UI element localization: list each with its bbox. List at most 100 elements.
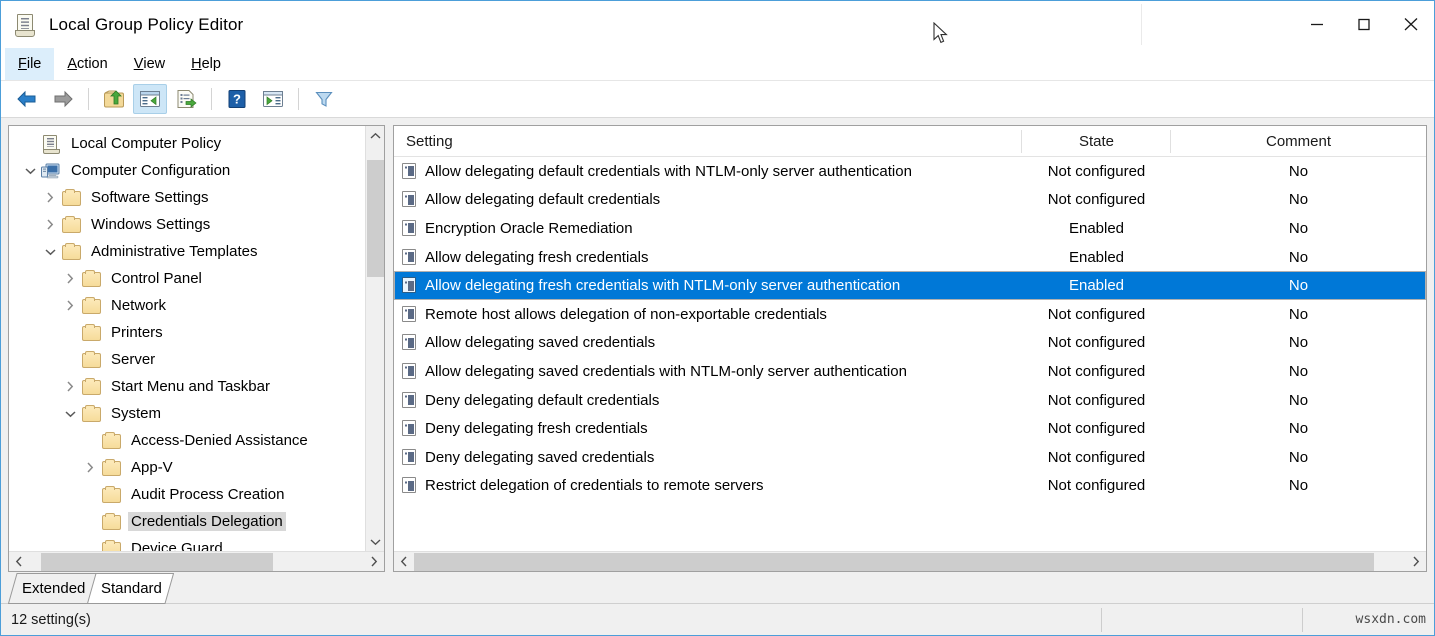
tree-item[interactable]: Control Panel	[9, 265, 365, 292]
export-list-button[interactable]	[169, 84, 203, 114]
up-one-level-button[interactable]	[97, 84, 131, 114]
policy-setting-icon	[402, 163, 418, 180]
tree-item[interactable]: Software Settings	[9, 184, 365, 211]
tree-item[interactable]: Credentials Delegation	[9, 508, 365, 535]
table-row[interactable]: Deny delegating saved credentialsNot con…	[394, 443, 1426, 472]
tree-item[interactable]: Device Guard	[9, 535, 365, 551]
table-row[interactable]: Allow delegating saved credentials with …	[394, 357, 1426, 386]
row-state: Not configured	[1022, 363, 1171, 380]
policy-setting-icon	[402, 249, 418, 266]
table-row[interactable]: Allow delegating default credentialsNot …	[394, 186, 1426, 215]
tab-standard[interactable]: Standard	[87, 573, 174, 603]
row-state: Not configured	[1022, 420, 1171, 437]
close-button[interactable]	[1387, 1, 1434, 47]
tree-hscroll-thumb[interactable]	[41, 553, 273, 571]
row-setting-name: Encryption Oracle Remediation	[425, 220, 633, 237]
tree-scroll-thumb[interactable]	[367, 160, 384, 276]
table-row[interactable]: Allow delegating default credentials wit…	[394, 157, 1426, 186]
tree-vertical-scrollbar[interactable]	[365, 126, 384, 551]
tree-item-label: Administrative Templates	[88, 242, 260, 261]
folder-icon	[81, 297, 103, 315]
funnel-filter-icon[interactable]	[307, 84, 341, 114]
menu-view[interactable]: View	[121, 48, 178, 80]
row-state: Enabled	[1022, 277, 1171, 294]
tree-item[interactable]: Administrative Templates	[9, 238, 365, 265]
tree-item[interactable]: Network	[9, 292, 365, 319]
list-horizontal-scrollbar[interactable]	[394, 551, 1426, 571]
tree-item[interactable]: Computer Configuration	[9, 157, 365, 184]
tree-item[interactable]: Windows Settings	[9, 211, 365, 238]
chevron-right-icon[interactable]	[1406, 552, 1426, 572]
tree-hscroll-track[interactable]	[29, 552, 364, 572]
status-count: 12 setting(s)	[1, 604, 1101, 636]
table-row[interactable]: Allow delegating saved credentialsNot co…	[394, 329, 1426, 358]
row-setting-name: Allow delegating saved credentials with …	[425, 363, 907, 380]
chevron-down-icon[interactable]	[59, 410, 81, 418]
svg-text:?: ?	[233, 92, 241, 107]
tree-scroll-track[interactable]	[366, 145, 385, 532]
tree-item-label: App-V	[128, 458, 176, 477]
table-row[interactable]: Allow delegating fresh credentials with …	[394, 271, 1426, 300]
chevron-left-icon[interactable]	[394, 552, 414, 572]
row-state: Not configured	[1022, 306, 1171, 323]
chevron-right-icon[interactable]	[79, 462, 101, 473]
chevron-right-icon[interactable]	[39, 192, 61, 203]
tree-item-label: Control Panel	[108, 269, 205, 288]
table-row[interactable]: Deny delegating default credentialsNot c…	[394, 386, 1426, 415]
menu-help[interactable]: Help	[178, 48, 234, 80]
tree-item-label: Software Settings	[88, 188, 212, 207]
forward-button[interactable]	[46, 84, 80, 114]
tab-extended[interactable]: Extended	[8, 573, 97, 603]
table-row[interactable]: Restrict delegation of credentials to re…	[394, 472, 1426, 501]
column-header-state[interactable]: State	[1022, 126, 1171, 157]
table-row[interactable]: Deny delegating fresh credentialsNot con…	[394, 414, 1426, 443]
folder-icon	[81, 270, 103, 288]
chevron-right-icon[interactable]	[39, 219, 61, 230]
settings-rows[interactable]: Allow delegating default credentials wit…	[394, 157, 1426, 551]
chevron-right-icon[interactable]	[59, 300, 81, 311]
list-hscroll-track[interactable]	[414, 552, 1406, 572]
chevron-up-icon[interactable]	[366, 126, 385, 145]
row-comment: No	[1171, 277, 1426, 294]
list-hscroll-thumb[interactable]	[414, 553, 1374, 571]
menu-action[interactable]: Action	[54, 48, 120, 80]
column-header-comment[interactable]: Comment	[1171, 126, 1426, 157]
tree-item[interactable]: Audit Process Creation	[9, 481, 365, 508]
folder-icon	[61, 189, 83, 207]
tree-item[interactable]: Printers	[9, 319, 365, 346]
help-button[interactable]: ?	[220, 84, 254, 114]
chevron-right-icon[interactable]	[59, 381, 81, 392]
row-state: Not configured	[1022, 449, 1171, 466]
folder-icon	[81, 324, 103, 342]
chevron-right-icon[interactable]	[364, 552, 384, 572]
chevron-right-icon[interactable]	[59, 273, 81, 284]
tree-item[interactable]: Local Computer Policy	[9, 130, 365, 157]
chevron-down-icon[interactable]	[366, 532, 385, 551]
policy-setting-icon	[402, 191, 418, 208]
menu-bar: FileActionViewHelp	[1, 48, 1434, 81]
action-pane-icon[interactable]	[256, 84, 290, 114]
row-comment: No	[1171, 420, 1426, 437]
tree-item[interactable]: Start Menu and Taskbar	[9, 373, 365, 400]
console-tree-icon[interactable]	[133, 84, 167, 114]
table-row[interactable]: Allow delegating fresh credentialsEnable…	[394, 243, 1426, 272]
row-state: Not configured	[1022, 191, 1171, 208]
tree-list[interactable]: Local Computer PolicyComputer Configurat…	[9, 126, 365, 551]
maximize-button[interactable]	[1340, 1, 1387, 47]
tree-item[interactable]: System	[9, 400, 365, 427]
back-button[interactable]	[10, 84, 44, 114]
chevron-down-icon[interactable]	[19, 167, 41, 175]
table-row[interactable]: Encryption Oracle RemediationEnabledNo	[394, 214, 1426, 243]
folder-icon	[101, 540, 123, 552]
menu-file[interactable]: File	[5, 48, 54, 80]
tree-item[interactable]: App-V	[9, 454, 365, 481]
tree-horizontal-scrollbar[interactable]	[9, 551, 384, 571]
minimize-button[interactable]	[1293, 1, 1340, 47]
tree-item[interactable]: Access-Denied Assistance	[9, 427, 365, 454]
column-header-setting[interactable]: Setting	[394, 126, 1022, 157]
chevron-down-icon[interactable]	[39, 248, 61, 256]
chevron-left-icon[interactable]	[9, 552, 29, 572]
window-title: Local Group Policy Editor	[49, 15, 243, 35]
tree-item[interactable]: Server	[9, 346, 365, 373]
table-row[interactable]: Remote host allows delegation of non-exp…	[394, 300, 1426, 329]
